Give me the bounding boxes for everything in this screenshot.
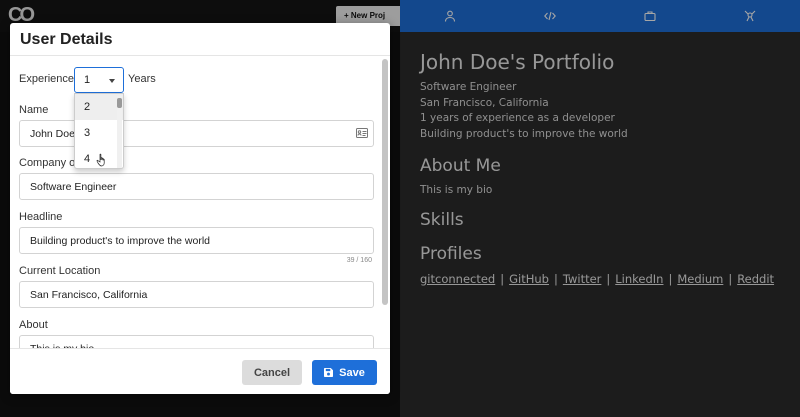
contact-card-icon	[356, 128, 368, 138]
name-label: Name	[19, 104, 49, 116]
modal-title: User Details	[20, 31, 113, 48]
floppy-disk-icon	[324, 368, 334, 377]
about-field[interactable]: This is my bio	[19, 335, 374, 348]
headline-field[interactable]: Building product's to improve the world	[19, 227, 374, 254]
location-label: Current Location	[19, 265, 101, 277]
modal-body: Experience 1 Years Name John Doe Company…	[10, 57, 390, 348]
headline-label: Headline	[19, 211, 63, 223]
save-label: Save	[339, 366, 365, 379]
name-field[interactable]: John Doe	[19, 120, 374, 147]
experience-option[interactable]: 3	[75, 120, 123, 146]
experience-value: 1	[84, 74, 91, 86]
experience-select[interactable]: 1	[74, 67, 124, 93]
about-label: About	[19, 319, 48, 331]
years-label: Years	[128, 73, 156, 85]
cancel-button[interactable]: Cancel	[242, 360, 302, 385]
modal-header: User Details	[10, 23, 390, 56]
user-details-modal: User Details Experience 1 Years Name Joh…	[10, 23, 390, 394]
experience-option[interactable]: 2	[75, 94, 123, 120]
modal-scroll-thumb[interactable]	[382, 59, 388, 305]
modal-footer: Cancel Save	[10, 348, 390, 394]
location-field[interactable]: San Francisco, California	[19, 281, 374, 308]
company-field[interactable]: Software Engineer	[19, 173, 374, 200]
company-label: Company or	[19, 157, 79, 169]
save-button[interactable]: Save	[312, 360, 377, 385]
hand-cursor-icon	[96, 153, 105, 167]
dropdown-scroll-thumb[interactable]	[117, 98, 122, 108]
headline-counter: 39 / 160	[346, 257, 372, 264]
experience-label: Experience	[19, 73, 75, 85]
caret-down-icon	[109, 79, 115, 83]
